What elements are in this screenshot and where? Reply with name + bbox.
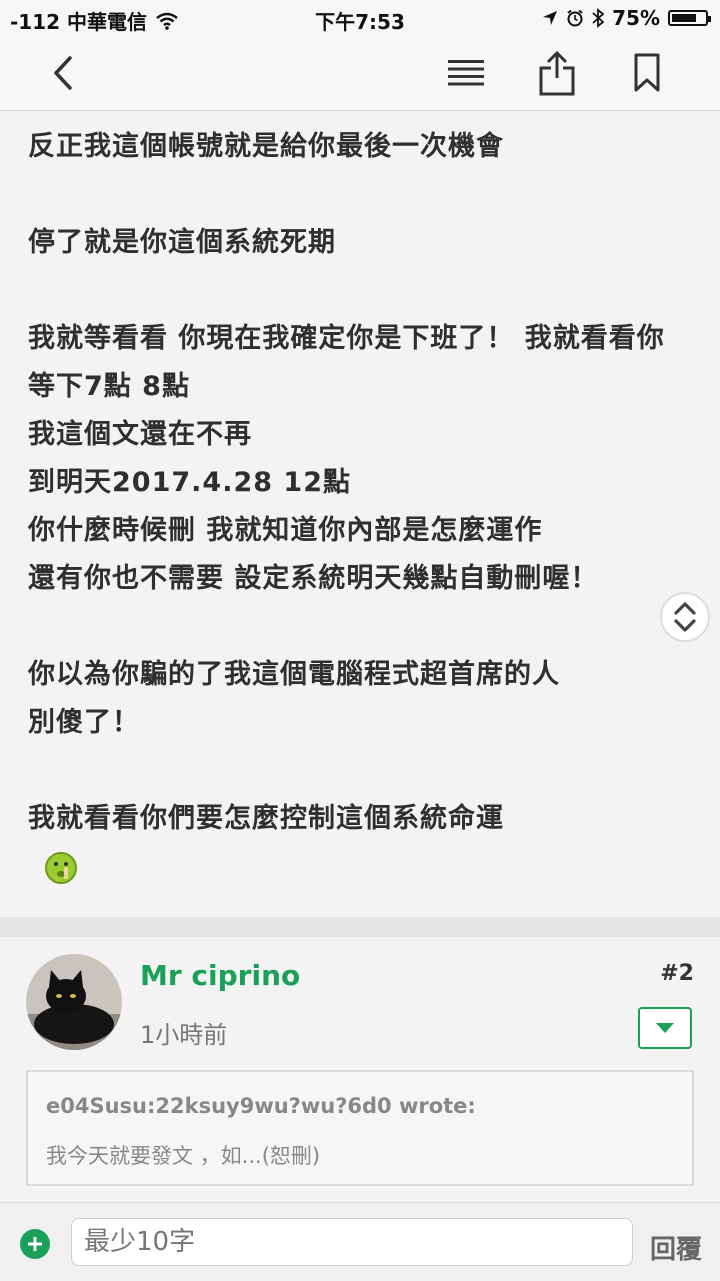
post-blank-line <box>28 171 700 219</box>
post-line: 我這個文還在不再 <box>28 419 252 450</box>
plus-icon <box>28 1237 42 1251</box>
chevron-left-icon <box>54 56 72 90</box>
post-line: 別傻了！ <box>28 707 140 738</box>
reply-input[interactable] <box>71 1218 633 1266</box>
bookmark-button[interactable] <box>622 48 672 98</box>
post-blank-line <box>28 267 700 315</box>
reply-button[interactable]: 回覆 <box>650 1229 702 1266</box>
cat-avatar-image <box>26 954 122 1050</box>
post-blank-line <box>28 747 700 795</box>
post-body: 反正我這個帳號就是給你最後一次機會 停了就是你這個系統死期我就等看看 你現在我確定… <box>0 111 720 917</box>
shush-emoji-icon <box>45 852 77 884</box>
post-line: 你以為你騙的了我這個電腦程式超首席的人 <box>28 659 560 690</box>
share-button[interactable] <box>532 48 582 98</box>
post-line: 到明天2017.4.28 12點 <box>28 467 351 498</box>
reply-options-button[interactable] <box>638 1007 692 1049</box>
status-bar: -112 中華電信 下午7:53 75% <box>0 0 720 36</box>
share-icon <box>539 50 575 96</box>
post-line: 停了就是你這個系統死期 <box>28 227 336 258</box>
reply-username[interactable]: Mr ciprino <box>140 959 300 992</box>
post-line: 反正我這個帳號就是給你最後一次機會 <box>28 131 504 162</box>
post-line: 我就看看你們要怎麼控制這個系統命運 <box>28 803 504 834</box>
add-attachment-button[interactable] <box>20 1229 50 1259</box>
quote-block: e04Susu:22ksuy9wu?wu?6d0 wrote: 我今天就要發文 … <box>26 1070 694 1186</box>
bookmark-icon <box>634 53 660 92</box>
avatar[interactable] <box>26 954 122 1050</box>
alarm-icon <box>567 9 583 27</box>
section-divider <box>0 917 720 937</box>
menu-button[interactable] <box>441 48 491 98</box>
reply-time: 1小時前 <box>140 1021 228 1049</box>
post-line: 等下7點 8點 <box>28 371 190 402</box>
reply-post: Mr ciprino 1小時前 #2 e04Susu:22ksuy9wu?wu?… <box>0 937 720 1202</box>
floor-number: #2 <box>660 961 694 986</box>
hamburger-menu-icon <box>448 60 484 86</box>
battery-percent: 75% <box>612 6 660 30</box>
post-line: 你什麼時候刪 我就知道你內部是怎麼運作 <box>28 515 543 546</box>
back-button[interactable] <box>38 48 88 98</box>
post-blank-line <box>28 603 700 651</box>
post-line: 還有你也不需要 設定系統明天幾點自動刪喔！ <box>28 563 599 594</box>
post-line: 我就等看看 你現在我確定你是下班了！ 我就看看你 <box>28 323 665 354</box>
quote-author: e04Susu:22ksuy9wu?wu?6d0 wrote: <box>46 1094 476 1118</box>
location-arrow-icon <box>543 11 558 25</box>
battery-icon <box>668 10 711 26</box>
caret-down-icon <box>656 1023 674 1033</box>
post-text: 反正我這個帳號就是給你最後一次機會 停了就是你這個系統死期我就等看看 你現在我確定… <box>28 123 700 843</box>
chevron-up-down-icon <box>674 602 696 632</box>
battery-level <box>672 14 696 22</box>
nav-bar <box>0 36 720 111</box>
scroll-up-down-button[interactable] <box>660 592 710 642</box>
reply-composer: 回覆 <box>0 1202 720 1281</box>
bluetooth-icon <box>592 8 605 28</box>
quote-text: 我今天就要發文 ，如...(恕刪) <box>46 1144 321 1168</box>
